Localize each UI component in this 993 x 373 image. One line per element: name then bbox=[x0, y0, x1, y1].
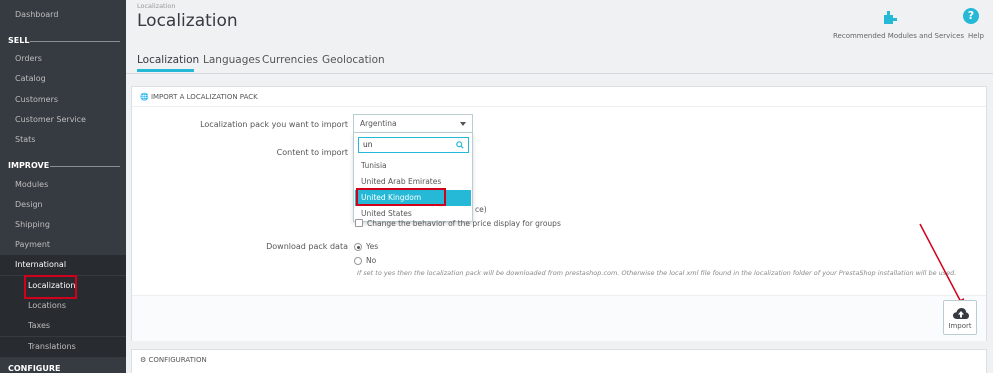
divider bbox=[30, 41, 120, 42]
pack-dropdown: un Tunisia United Arab Emirates United K… bbox=[353, 132, 473, 222]
radio-download-yes[interactable] bbox=[354, 243, 362, 251]
radio-yes-label: Yes bbox=[366, 242, 379, 251]
page-title: Localization bbox=[137, 11, 238, 31]
highlight-box-united-kingdom bbox=[356, 188, 446, 206]
sidebar-item-design[interactable]: Design bbox=[0, 195, 126, 215]
partial-option-text: ce) bbox=[475, 205, 487, 214]
sidebar-item-shipping[interactable]: Shipping bbox=[0, 215, 126, 235]
sidebar-subitem-taxes[interactable]: Taxes bbox=[0, 316, 126, 336]
panel-heading: 🌐 IMPORT A LOCALIZATION PACK bbox=[132, 87, 986, 107]
sidebar-section-improve: IMPROVE bbox=[0, 159, 126, 173]
content-label: Content to import bbox=[276, 148, 348, 157]
pack-label: Localization pack you want to import bbox=[200, 120, 348, 129]
sidebar-section-sell: SELL bbox=[0, 34, 126, 48]
dropdown-search-input[interactable]: un bbox=[358, 137, 469, 153]
gears-icon: ⚙ bbox=[140, 356, 147, 364]
import-button[interactable]: Import bbox=[943, 300, 977, 335]
sidebar-item-payment[interactable]: Payment bbox=[0, 235, 126, 255]
caret-down-icon bbox=[460, 122, 466, 126]
sidebar-item-orders[interactable]: Orders bbox=[0, 49, 126, 69]
help-icon[interactable]: ? bbox=[963, 8, 979, 24]
sidebar-item-dashboard[interactable]: Dashboard bbox=[0, 5, 126, 25]
help-button[interactable]: Help bbox=[968, 32, 984, 40]
radio-no-label: No bbox=[366, 256, 377, 265]
sidebar-item-international[interactable]: International bbox=[0, 255, 126, 275]
pack-select-value: Argentina bbox=[360, 119, 397, 128]
breadcrumb[interactable]: Localization bbox=[137, 2, 176, 10]
sidebar-item-stats[interactable]: Stats bbox=[0, 130, 126, 150]
search-icon bbox=[456, 141, 464, 149]
checkbox-price-display-label: Change the behavior of the price display… bbox=[367, 219, 561, 228]
sidebar-item-modules[interactable]: Modules bbox=[0, 175, 126, 195]
checkbox-price-display[interactable] bbox=[355, 219, 363, 227]
puzzle-icon[interactable] bbox=[883, 9, 899, 25]
highlight-box-localization bbox=[24, 275, 77, 299]
dropdown-option-tunisia[interactable]: Tunisia bbox=[355, 158, 471, 174]
sidebar-subitem-locations[interactable]: Locations bbox=[0, 296, 126, 316]
sidebar: Dashboard SELL Orders Catalog Customers … bbox=[0, 0, 126, 373]
panel-footer bbox=[132, 295, 986, 341]
cloud-upload-icon bbox=[953, 308, 969, 319]
sidebar-item-customer-service[interactable]: Customer Service bbox=[0, 110, 126, 130]
active-tab-indicator bbox=[137, 69, 194, 72]
divider bbox=[50, 166, 120, 167]
panel-heading: ⚙ CONFIGURATION bbox=[140, 356, 207, 364]
panel-heading-label: IMPORT A LOCALIZATION PACK bbox=[150, 93, 258, 101]
recommended-modules-button[interactable]: Recommended Modules and Services bbox=[833, 32, 964, 40]
sidebar-item-catalog[interactable]: Catalog bbox=[0, 69, 126, 89]
annotation-arrow-icon bbox=[919, 223, 965, 308]
import-button-label: Import bbox=[948, 322, 972, 330]
tab-geolocation[interactable]: Geolocation bbox=[322, 54, 385, 66]
panel-heading-label: CONFIGURATION bbox=[148, 356, 207, 364]
sidebar-section-configure: CONFIGURE bbox=[8, 364, 61, 373]
tab-languages[interactable]: Languages bbox=[203, 54, 260, 66]
sidebar-subitem-translations[interactable]: Translations bbox=[0, 337, 126, 357]
globe-icon: 🌐 bbox=[140, 93, 149, 101]
download-label: Download pack data bbox=[266, 242, 348, 251]
sidebar-section-label: SELL bbox=[8, 36, 30, 45]
tab-localization[interactable]: Localization bbox=[137, 54, 199, 66]
sidebar-item-customers[interactable]: Customers bbox=[0, 90, 126, 110]
sidebar-section-label: IMPROVE bbox=[8, 161, 50, 170]
radio-download-no[interactable] bbox=[354, 257, 362, 265]
tab-currencies[interactable]: Currencies bbox=[262, 54, 318, 66]
configuration-panel: ⚙ CONFIGURATION bbox=[131, 349, 987, 373]
search-input-value: un bbox=[363, 140, 373, 149]
download-help-text: If set to yes then the localization pack… bbox=[357, 269, 957, 277]
pack-select[interactable]: Argentina bbox=[353, 114, 473, 133]
